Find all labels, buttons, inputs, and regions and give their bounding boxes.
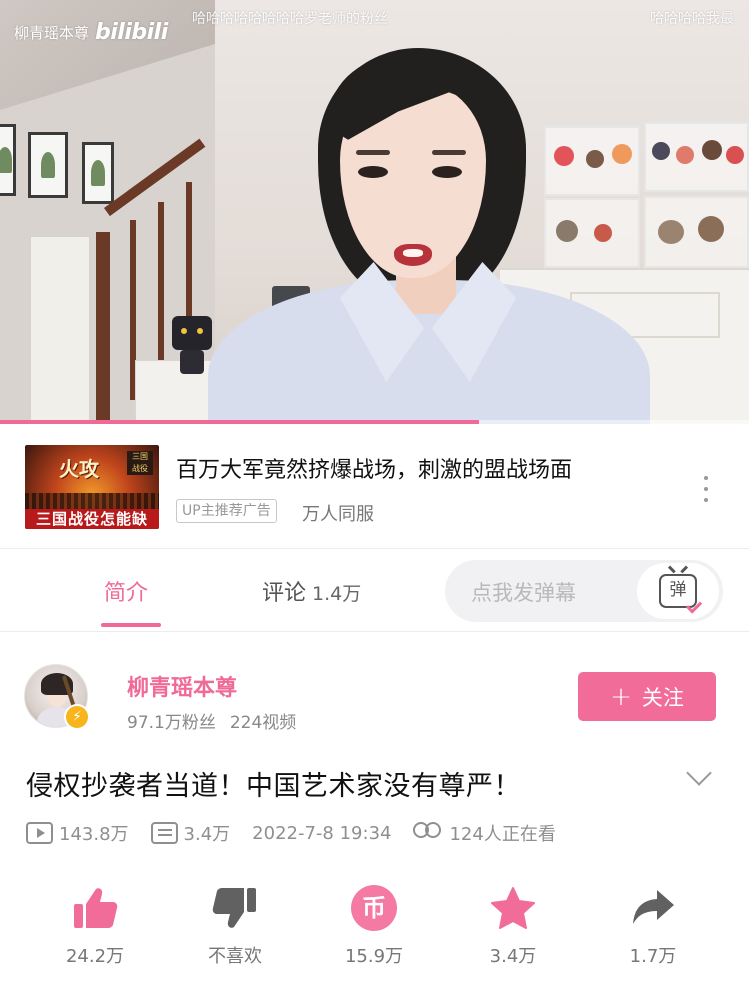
follow-label: 关注 [641, 685, 684, 710]
tab-comments-label: 评论 [262, 581, 307, 606]
danmaku-count-icon [150, 822, 178, 844]
ad-subtitle: 万人同服 [302, 504, 374, 525]
watching-now-value: 124人正在看 [449, 824, 556, 845]
dislike-button[interactable]: 不喜欢 [185, 880, 285, 968]
thumbs-down-icon [212, 888, 256, 928]
danmaku-comment: 哈哈哈哈我最 [650, 11, 734, 27]
plus-icon: + [610, 681, 632, 712]
like-count: 24.2万 [65, 946, 125, 967]
view-count-value: 143.8万 [59, 824, 129, 845]
uploader-followers: 97.1万粉丝 [127, 713, 216, 733]
danmaku-comment: 哈哈哈哈哈哈哈哈罗老师的粉丝 [192, 11, 388, 27]
star-icon [491, 887, 535, 929]
danmaku-toggle-button[interactable]: 弹 [637, 563, 719, 619]
chevron-down-icon[interactable] [686, 760, 712, 786]
divider [0, 631, 749, 632]
danmaku-icon: 弹 [659, 574, 703, 614]
watching-now: 124人正在看 [413, 820, 556, 846]
video-meta: 143.8万 3.4万 2022-7-8 19:34 124人正在看 [26, 820, 578, 846]
ad-tag: UP主推荐广告 [176, 499, 277, 523]
tab-comments-count: 1.4万 [312, 583, 362, 605]
ad-thumbnail[interactable]: 火攻 三国 战役 三国战役怎能缺 [25, 445, 159, 529]
ad-game-logo: 三国 战役 [127, 451, 153, 475]
like-button[interactable]: 24.2万 [45, 880, 145, 968]
action-bar: 24.2万 不喜欢 币 15.9万 3.4万 1.7万 [0, 880, 749, 980]
favorite-button[interactable]: 3.4万 [463, 880, 563, 968]
watermark-name: 柳青瑶本尊 [14, 24, 90, 42]
verified-lightning-icon: ⚡ [64, 704, 90, 730]
tab-comments[interactable]: 评论 1.4万 [262, 575, 361, 607]
video-player[interactable]: 柳青瑶本尊 bilibili 哈哈哈哈哈哈哈哈罗老师的粉丝 哈哈哈哈我最 [0, 0, 749, 424]
tab-active-indicator [101, 623, 161, 627]
presenter [0, 0, 749, 424]
thumbs-up-icon [74, 888, 118, 928]
ad-thumb-text: 火攻 [59, 457, 99, 481]
ad-title[interactable]: 百万大军竟然挤爆战场，刺激的盟战场面 [176, 452, 572, 484]
share-button[interactable]: 1.7万 [603, 880, 703, 968]
tab-intro[interactable]: 简介 [104, 575, 148, 607]
danmaku-count-value: 3.4万 [183, 824, 231, 845]
uploader-video-count: 224视频 [229, 713, 297, 733]
play-count-icon [26, 822, 53, 844]
coin-icon: 币 [351, 885, 397, 931]
follow-button[interactable]: + 关注 [578, 672, 716, 721]
detail-tabs: 简介 评论 1.4万 点我发弹幕 弹 [0, 549, 749, 631]
danmaku-icon-glyph: 弹 [669, 580, 687, 600]
video-title: 侵权抄袭者当道！中国艺术家没有尊严！ [26, 771, 521, 802]
share-icon [633, 890, 674, 924]
uploader-section: ⚡ 柳青瑶本尊 97.1万粉丝 224视频 + 关注 [0, 640, 749, 750]
danmaku-count: 3.4万 [150, 820, 231, 846]
dislike-label: 不喜欢 [208, 946, 262, 967]
video-watermark: 柳青瑶本尊 bilibili [14, 20, 168, 45]
ad-thumb-caption: 三国战役怎能缺 [25, 509, 159, 529]
coin-count: 15.9万 [344, 946, 404, 967]
publish-date: 2022-7-8 19:34 [252, 822, 392, 844]
uploader-stats: 97.1万粉丝 224视频 [127, 708, 296, 733]
ad-card[interactable]: 火攻 三国 战役 三国战役怎能缺 百万大军竟然挤爆战场，刺激的盟战场面 UP主推荐… [0, 424, 749, 548]
danmaku-input[interactable]: 点我发弹幕 弹 [445, 560, 723, 622]
danmaku-input-placeholder: 点我发弹幕 [471, 581, 576, 605]
more-vertical-icon[interactable] [700, 476, 712, 502]
bilibili-logo: bilibili [95, 20, 168, 45]
uploader-name[interactable]: 柳青瑶本尊 [127, 670, 237, 702]
tab-intro-label: 简介 [104, 581, 149, 606]
favorite-count: 3.4万 [489, 946, 537, 967]
coin-button[interactable]: 币 15.9万 [324, 880, 424, 968]
view-count: 143.8万 [26, 820, 129, 846]
share-count: 1.7万 [629, 946, 677, 967]
people-icon [413, 822, 443, 844]
